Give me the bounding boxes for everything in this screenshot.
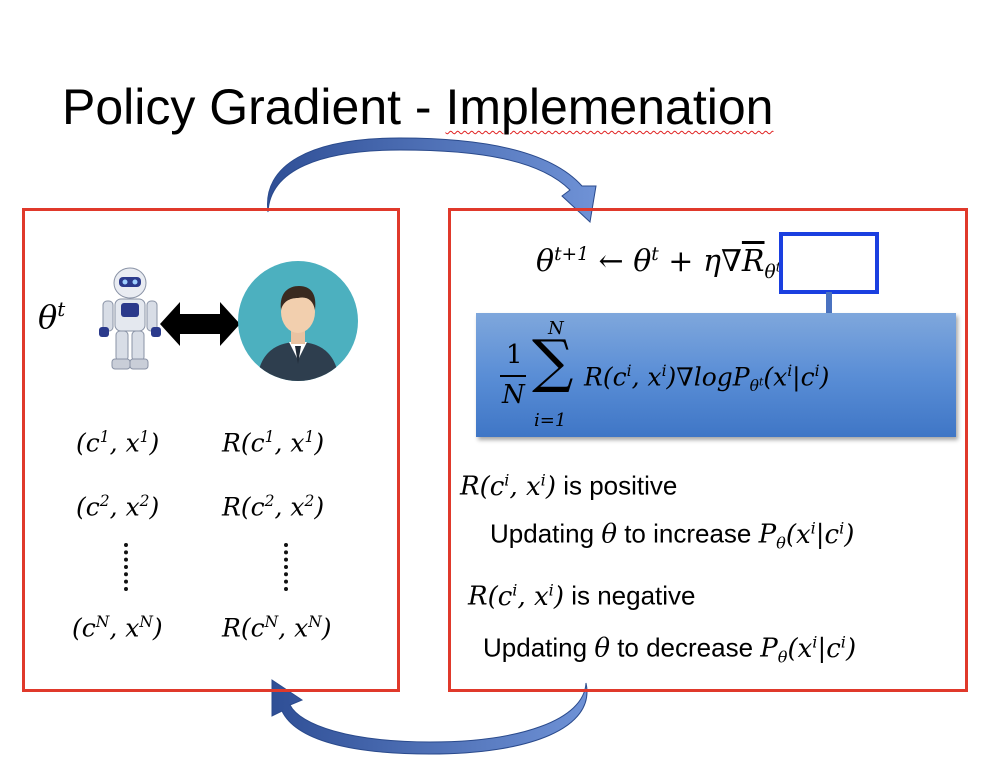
frac-bar [500,375,526,377]
negative-condition: R(ci, xi) is negative [468,580,696,612]
pair-2: (c2, x2) [76,492,160,522]
sum-sign: ∑ [532,327,574,395]
person-avatar-icon [238,261,358,381]
ellipsis-vertical-left [124,543,132,591]
reward-1: R(c1, x1) [222,428,325,458]
double-arrow-icon [160,302,240,346]
gradient-highlight-box [779,232,879,294]
gradient-estimate-body: R(ci, xi)∇logPθt(xi|ci) [584,362,830,395]
pair-1: (c1, x1) [76,428,160,458]
reward-n: R(cN, xN) [222,613,332,643]
ellipsis-vertical-right [284,543,292,591]
pair-n: (cN, xN) [72,613,163,643]
robot-icon [99,267,161,370]
frac-denominator: N [502,380,525,410]
positive-condition: R(ci, xi) is positive [460,470,678,502]
update-rule: θt+1 ← θt + η∇Rθt [536,244,781,283]
reward-2: R(c2, x2) [222,492,325,522]
negative-update: Updating θ to decrease Pθ(xi|ci) [483,632,857,667]
sum-bottom: i=1 [534,410,567,431]
theta-t-label: θt [38,298,66,336]
positive-update: Updating θ to increase Pθ(xi|ci) [490,518,855,553]
frac-numerator: 1 [506,340,523,370]
